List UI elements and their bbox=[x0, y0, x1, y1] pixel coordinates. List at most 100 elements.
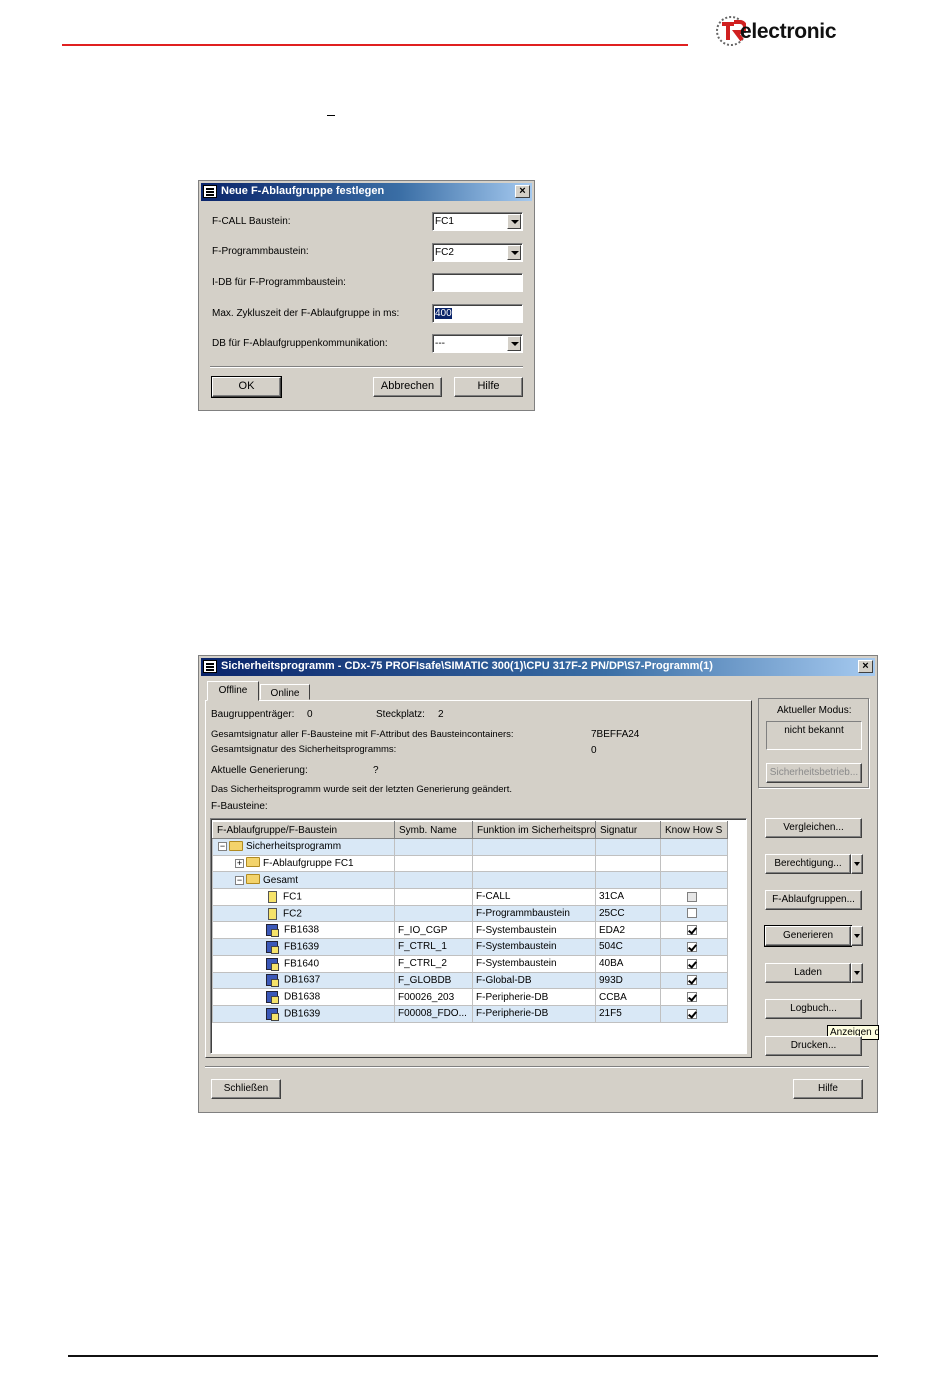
collapse-icon[interactable]: − bbox=[235, 875, 244, 885]
row-name: DB1638 bbox=[284, 991, 321, 1003]
modus-value: nicht bekannt bbox=[766, 721, 862, 750]
row-funk bbox=[472, 838, 596, 856]
row-symb: F_GLOBDB bbox=[394, 971, 473, 990]
dialog1-titlebar[interactable]: Neue F-Ablaufgruppe festlegen × bbox=[201, 183, 532, 201]
ok-button[interactable]: OK bbox=[211, 376, 282, 398]
db-block-icon bbox=[266, 974, 279, 988]
knowhow-checkbox[interactable] bbox=[687, 975, 697, 986]
row-name: FB1639 bbox=[284, 941, 320, 953]
laden-button[interactable]: Laden bbox=[765, 963, 851, 983]
table-row[interactable]: − Gesamt bbox=[212, 871, 728, 890]
app-icon bbox=[203, 660, 217, 673]
idb-input[interactable] bbox=[432, 273, 523, 292]
chevron-down-icon[interactable] bbox=[507, 245, 521, 260]
maxzyk-value: 400 bbox=[435, 308, 452, 319]
dialog-sicherheitsprogramm: Sicherheitsprogramm - CDx-75 PROFIsafe\S… bbox=[198, 655, 879, 1113]
fcall-label: F-CALL Baustein: bbox=[212, 216, 291, 227]
baugruppentraeger-value: 0 bbox=[307, 709, 313, 720]
chevron-down-icon[interactable] bbox=[507, 214, 521, 229]
row-funk: F-Peripherie-DB bbox=[472, 988, 596, 1006]
fb-block-icon bbox=[266, 924, 279, 938]
drucken-button[interactable]: Drucken... bbox=[765, 1036, 862, 1056]
col-header-knowhow[interactable]: Know How S bbox=[660, 821, 728, 839]
knowhow-checkbox[interactable] bbox=[687, 991, 697, 1002]
berechtigung-dropdown[interactable] bbox=[851, 854, 863, 874]
gesamt-bausteine-value: 7BEFFA24 bbox=[591, 729, 640, 740]
dbkomm-select[interactable]: --- bbox=[432, 334, 523, 353]
vergleichen-button[interactable]: Vergleichen... bbox=[765, 818, 862, 838]
ablaufgruppen-button[interactable]: F-Ablaufgruppen... bbox=[765, 890, 862, 910]
table-row[interactable]: + F-Ablaufgruppe FC1 bbox=[212, 854, 728, 873]
col-header-baustein[interactable]: F-Ablaufgruppe/F-Baustein bbox=[212, 821, 395, 839]
generieren-button[interactable]: Generieren bbox=[764, 925, 852, 947]
knowhow-checkbox[interactable] bbox=[687, 1008, 697, 1019]
row-sig: 993D bbox=[595, 971, 661, 990]
close-icon[interactable]: × bbox=[858, 660, 873, 673]
abbrechen-button[interactable]: Abbrechen bbox=[373, 377, 442, 397]
row-symb bbox=[394, 854, 473, 873]
row-kh bbox=[660, 838, 728, 856]
fb-block-icon bbox=[266, 940, 279, 954]
row-symb bbox=[394, 871, 473, 890]
row-funk bbox=[472, 854, 596, 873]
gesamt-bausteine-label: Gesamtsignatur aller F-Bausteine mit F-A… bbox=[211, 729, 514, 740]
expand-icon[interactable]: + bbox=[235, 858, 244, 868]
row-sig: 25CC bbox=[595, 904, 661, 923]
collapse-icon[interactable]: − bbox=[218, 842, 227, 852]
fbausteine-list[interactable]: F-Ablaufgruppe/F-Baustein Symb. Name Fun… bbox=[210, 818, 747, 1054]
col-header-funktion[interactable]: Funktion im Sicherheitspro bbox=[472, 821, 596, 839]
dialog1-separator bbox=[210, 366, 523, 368]
table-row[interactable]: − Sicherheitsprogramm bbox=[212, 838, 728, 856]
table-row[interactable]: FB1640 F_CTRL_2 F-Systembaustein 40BA bbox=[212, 954, 728, 973]
fprog-value: FC2 bbox=[435, 247, 454, 258]
row-funk: F-Global-DB bbox=[472, 971, 596, 990]
knowhow-checkbox[interactable] bbox=[687, 941, 697, 952]
col-header-symb[interactable]: Symb. Name bbox=[394, 821, 473, 839]
table-row[interactable]: FB1639 F_CTRL_1 F-Systembaustein 504C bbox=[212, 938, 728, 956]
hilfe-button[interactable]: Hilfe bbox=[793, 1079, 863, 1099]
logo-text: electronic bbox=[740, 20, 837, 43]
hilfe-button[interactable]: Hilfe bbox=[454, 377, 523, 397]
tab-offline[interactable]: Offline bbox=[207, 681, 259, 701]
table-row[interactable]: FC2 F-Programmbaustein 25CC bbox=[212, 904, 728, 923]
row-name: Sicherheitsprogramm bbox=[246, 841, 342, 853]
fprog-select[interactable]: FC2 bbox=[432, 243, 523, 262]
table-row[interactable]: DB1638 F00026_203 F-Peripherie-DB CCBA bbox=[212, 988, 728, 1006]
idb-label: I-DB für F-Programmbaustein: bbox=[212, 277, 346, 288]
logbuch-button[interactable]: Logbuch... bbox=[765, 999, 862, 1019]
dialog2-title: Sicherheitsprogramm - CDx-75 PROFIsafe\S… bbox=[221, 660, 713, 672]
row-kh bbox=[660, 854, 728, 873]
tab-online[interactable]: Online bbox=[260, 684, 310, 700]
knowhow-checkbox[interactable] bbox=[687, 925, 697, 936]
gesamt-prog-value: 0 bbox=[591, 745, 597, 756]
laden-dropdown[interactable] bbox=[851, 963, 863, 983]
close-icon[interactable]: × bbox=[515, 185, 530, 198]
fcall-select[interactable]: FC1 bbox=[432, 212, 523, 231]
berechtigung-button[interactable]: Berechtigung... bbox=[765, 854, 851, 874]
maxzyk-input[interactable]: 400 bbox=[432, 304, 523, 323]
table-row[interactable]: DB1639 F00008_FDO... F-Peripherie-DB 21F… bbox=[212, 1004, 728, 1023]
row-name: DB1637 bbox=[284, 974, 321, 986]
fb-block-icon bbox=[266, 957, 279, 971]
knowhow-checkbox[interactable] bbox=[687, 891, 697, 902]
steckplatz-value: 2 bbox=[438, 709, 444, 720]
chevron-down-icon[interactable] bbox=[507, 336, 521, 351]
schliessen-button[interactable]: Schließen bbox=[211, 1079, 281, 1099]
row-name: F-Ablaufgruppe FC1 bbox=[263, 858, 354, 870]
col-header-signatur[interactable]: Signatur bbox=[595, 821, 661, 839]
knowhow-checkbox[interactable] bbox=[687, 958, 697, 969]
table-row[interactable]: FC1 F-CALL 31CA bbox=[212, 888, 728, 906]
table-row[interactable]: DB1637 F_GLOBDB F-Global-DB 993D bbox=[212, 971, 728, 990]
chevron-down-icon bbox=[854, 862, 860, 866]
sicherheitsbetrieb-button[interactable]: Sicherheitsbetrieb... bbox=[766, 763, 862, 783]
row-sig bbox=[595, 854, 661, 873]
table-row[interactable]: FB1638 F_IO_CGP F-Systembaustein EDA2 bbox=[212, 921, 728, 940]
generieren-dropdown[interactable] bbox=[851, 926, 863, 946]
row-name: FB1638 bbox=[284, 924, 320, 936]
dialog2-titlebar[interactable]: Sicherheitsprogramm - CDx-75 PROFIsafe\S… bbox=[201, 658, 875, 676]
header-rule bbox=[62, 44, 688, 46]
row-symb: F00026_203 bbox=[394, 988, 473, 1006]
row-symb: F_IO_CGP bbox=[394, 921, 473, 940]
knowhow-checkbox[interactable] bbox=[687, 908, 697, 919]
row-kh bbox=[660, 871, 728, 890]
